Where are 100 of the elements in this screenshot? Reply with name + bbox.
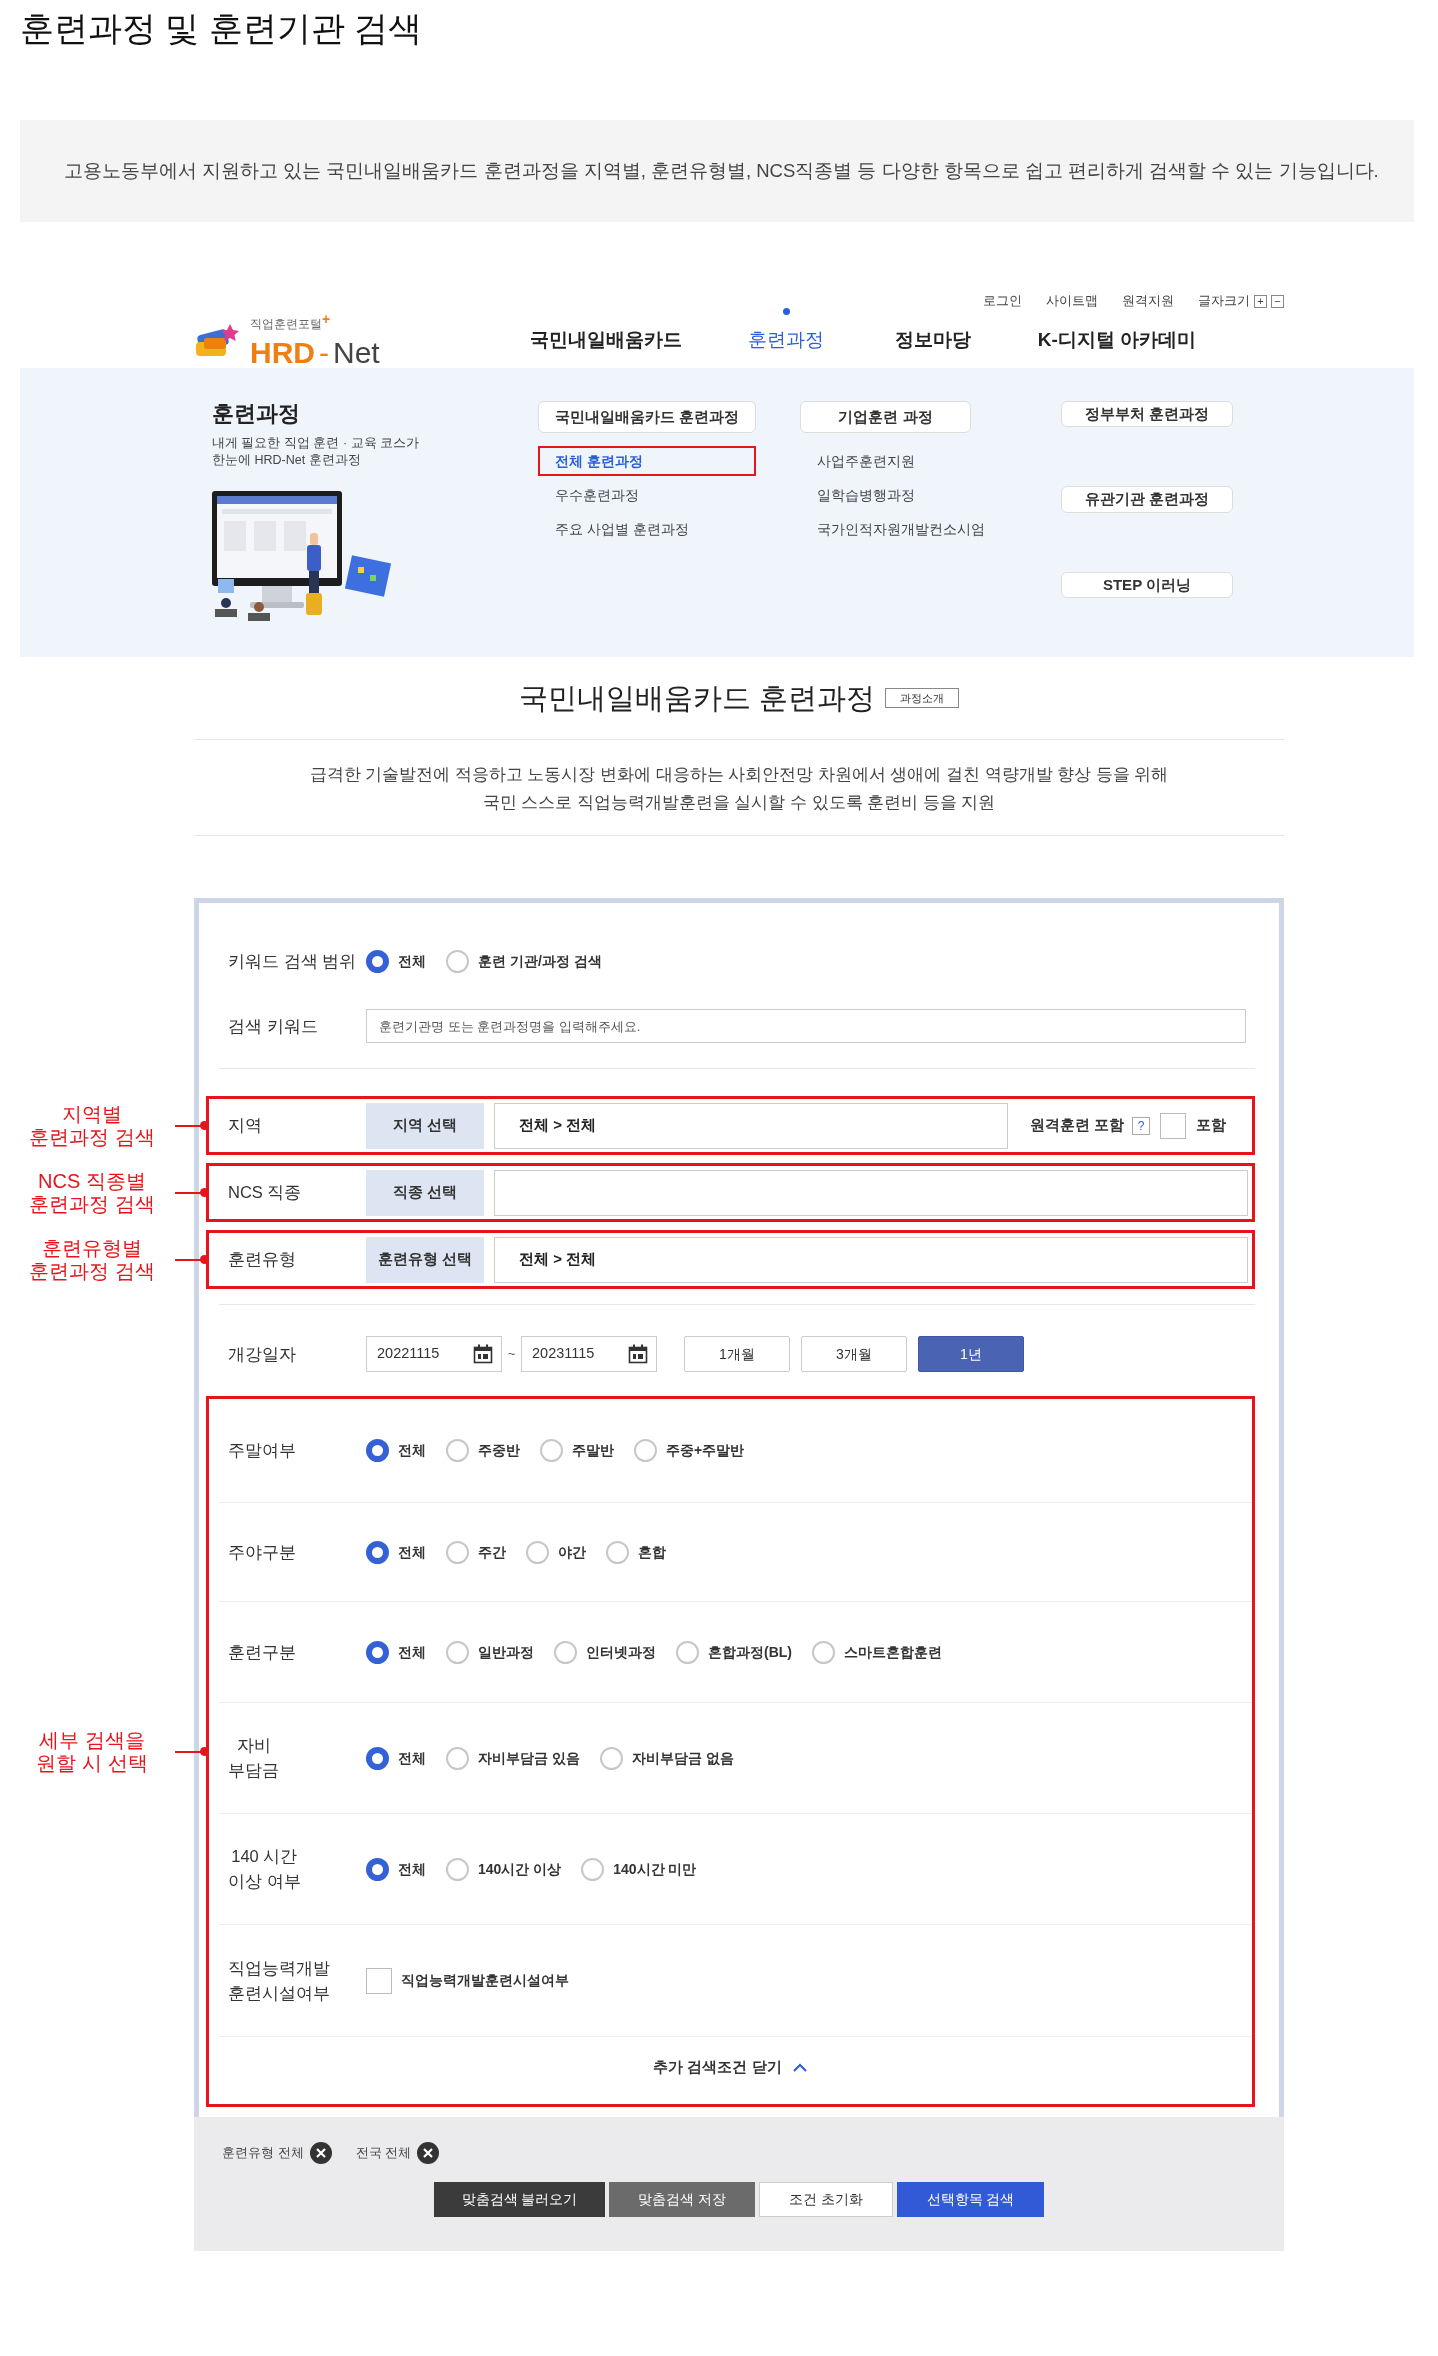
menu-link[interactable]: 전체 훈련과정 [538,446,756,476]
font-size-button[interactable]: − [1271,294,1284,308]
radio-label[interactable]: 전체 [398,1747,426,1769]
radio-label[interactable]: 혼합 [638,1541,666,1563]
menu-category-button[interactable]: STEP 이러닝 [1061,571,1233,598]
radio-button[interactable] [581,1857,605,1881]
menu-category-button[interactable]: 기업훈련 과정 [800,401,971,433]
calendar-icon [473,1344,493,1364]
radio-label[interactable]: 전체 [398,1440,426,1461]
menu-link[interactable]: 주요 사업별 훈련과정 [538,514,756,544]
filter-chip-label: 훈련유형 전체 [222,2144,304,2163]
range-separator: ~ [506,1345,517,1364]
nav-tab[interactable]: 국민내일배움카드 [520,325,692,355]
period-button[interactable]: 3개월 [801,1336,907,1372]
radio-button[interactable] [366,1746,389,1770]
radio-button[interactable] [634,1439,657,1462]
menu-link[interactable]: 국가인적자원개발컨소시엄 [800,514,987,544]
menu-title: 훈련과정 [212,401,301,428]
menu-category-button[interactable]: 정부부처 훈련과정 [1061,401,1233,428]
radio-label[interactable]: 전체 [398,1641,426,1663]
radio-label[interactable]: 140시간 미만 [613,1858,697,1880]
close-icon[interactable] [309,2142,332,2164]
leader-line [175,1124,202,1127]
checkbox[interactable] [366,1967,392,1994]
checkbox-label[interactable]: 직업능력개발훈련시설여부 [401,1970,569,1991]
menu-link[interactable]: 사업주훈련지원 [800,446,971,476]
radio-button[interactable] [676,1640,699,1664]
field-label: 훈련구분 [228,1641,296,1663]
radio-button[interactable] [446,1857,469,1881]
nav-tab[interactable]: 훈련과정 [692,325,880,355]
radio-label[interactable]: 140시간 이상 [478,1858,562,1880]
help-button[interactable]: ? [1132,1116,1151,1135]
radio-label[interactable]: 자비부담금 없음 [631,1747,734,1769]
radio-button[interactable] [366,1640,389,1664]
radio-label[interactable]: 전체 [398,1541,426,1563]
radio-label[interactable]: 주중+주말반 [666,1440,745,1461]
radio-label[interactable]: 혼합과정(BL) [708,1641,792,1663]
checkbox-label[interactable]: 포함 [1196,1114,1227,1137]
radio-button[interactable] [366,1439,389,1462]
radio-button[interactable] [446,1746,469,1770]
action-button[interactable]: 맞춤검색 불러오기 [434,2182,605,2217]
leader-line [175,1191,202,1194]
select-button[interactable]: 지역 선택 [366,1102,484,1149]
radio-button[interactable] [599,1746,623,1770]
field-label: 원격훈련 포함 [1030,1115,1125,1135]
annotation-text: 세부 검색을 원할 시 선택 [35,1728,149,1775]
radio-label[interactable]: 스마트혼합훈련 [844,1641,942,1663]
date-field[interactable]: 20231115 [521,1336,657,1372]
radio-button[interactable] [366,1540,389,1564]
radio-button[interactable] [606,1540,629,1564]
menu-link[interactable]: 일학습병행과정 [800,480,971,510]
annotation-text: NCS 직종별 훈련과정 검색 [28,1169,156,1216]
menu-category-button[interactable]: 유관기관 훈련과정 [1061,486,1233,513]
radio-button[interactable] [554,1640,577,1664]
period-button[interactable]: 1개월 [684,1336,790,1372]
value-field[interactable] [494,1169,1248,1216]
utility-link[interactable]: 원격지원 [1122,291,1174,311]
section-description: 급격한 기술발전에 적응하고 노동시장 변화에 대응하는 사회안전망 차원에서 생애에 걸친 역량개발 향상 등을 위해 국민 스스로 직업능력개발훈련을 실시할 수 있도록 훈련비 등을 지원 [194,740,1284,836]
nav-tab[interactable]: K-디지털 아카데미 [986,325,1248,355]
action-button[interactable]: 맞춤검색 저장 [609,2182,755,2217]
radio-label[interactable]: 인터넷과정 [586,1641,656,1663]
radio-button[interactable] [446,1439,469,1462]
radio-label[interactable]: 주말반 [572,1440,614,1461]
menu-category-button[interactable]: 국민내일배움카드 훈련과정 [538,401,756,433]
radio-button[interactable] [446,1540,469,1564]
radio-button[interactable] [446,1640,469,1664]
value-field[interactable]: 전체 > 전체 [494,1236,1248,1283]
field-label: 검색 키워드 [228,1015,319,1037]
utility-link[interactable]: 로그인 [983,291,1022,311]
nav-tab[interactable]: 정보마당 [880,325,986,355]
radio-label[interactable]: 전체 [398,1858,426,1880]
radio-label[interactable]: 일반과정 [478,1641,534,1663]
radio-button[interactable] [540,1439,563,1462]
radio-button[interactable] [526,1540,549,1564]
radio-label[interactable]: 주중반 [478,1440,520,1461]
checkbox[interactable] [1160,1112,1187,1139]
action-button[interactable]: 선택항목 검색 [897,2182,1044,2217]
radio-label[interactable]: 훈련 기관/과정 검색 [478,950,602,972]
close-icon[interactable] [417,2142,440,2164]
radio-label[interactable]: 전체 [398,950,426,972]
value-field[interactable]: 전체 > 전체 [494,1102,1008,1149]
radio-button[interactable] [812,1640,835,1664]
action-button[interactable]: 조건 초기화 [759,2182,893,2217]
select-button[interactable]: 훈련유형 선택 [366,1236,484,1283]
utility-link[interactable]: 사이트맵 [1046,291,1098,311]
course-intro-button[interactable]: 과정소개 [885,687,960,709]
date-field[interactable]: 20221115 [366,1336,502,1372]
select-button[interactable]: 직종 선택 [366,1169,484,1216]
radio-button[interactable] [446,949,469,973]
period-button[interactable]: 1년 [918,1336,1024,1372]
radio-label[interactable]: 주간 [478,1541,506,1563]
collapse-toggle[interactable]: 추가 검색조건 닫기 [653,2056,808,2079]
radio-label[interactable]: 자비부담금 있음 [478,1747,580,1769]
font-size-button[interactable]: + [1254,294,1267,308]
radio-button[interactable] [366,949,389,973]
search-field[interactable]: 훈련기관명 또는 훈련과정명을 입력해주세요. [366,1009,1246,1043]
radio-button[interactable] [366,1857,389,1881]
radio-label[interactable]: 야간 [558,1541,586,1563]
field-label: 주말여부 [228,1440,296,1462]
menu-link[interactable]: 우수훈련과정 [538,480,756,510]
